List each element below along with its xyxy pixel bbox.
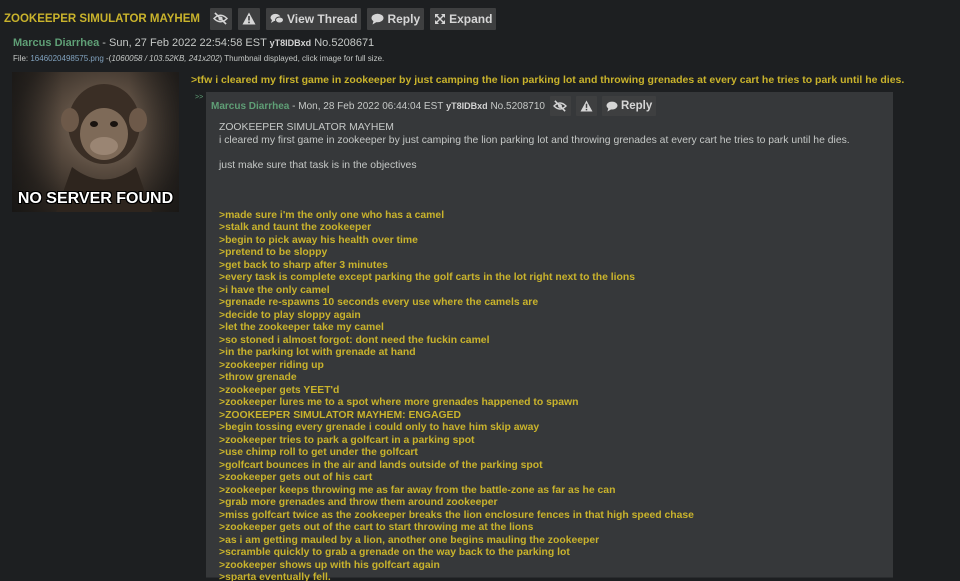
greentext-line: >zookeeper gets YEET'd <box>219 384 340 396</box>
post-datetime: - Sun, 27 Feb 2022 22:54:58 EST <box>102 37 267 49</box>
reply-text-line: just make sure that task is in the objec… <box>219 159 417 171</box>
greentext-line: >miss golfcart twice as the zookeeper br… <box>219 509 694 521</box>
greentext-line: >get back to sharp after 3 minutes <box>219 259 388 271</box>
reply-text-line <box>219 147 885 160</box>
comment-icon <box>371 13 384 24</box>
view-thread-button[interactable]: View Thread <box>265 7 362 30</box>
reply-reply-label: Reply <box>620 100 653 112</box>
reply-text-line <box>219 172 885 185</box>
report-button[interactable] <box>237 7 260 30</box>
greentext-line: >throw grenade <box>219 372 297 383</box>
greentext-line: >golfcart bounces in the air and lands o… <box>219 459 543 471</box>
comments-icon <box>270 13 284 23</box>
greentext-line: >so stoned i almost forgot: dont need th… <box>219 334 490 346</box>
reply-greentext: >made sure i'm the only one who has a ca… <box>219 210 885 581</box>
warning-icon <box>242 12 256 25</box>
thread-subject: ZOOKEEPER SIMULATOR MAYHEM <box>4 12 200 25</box>
reply-text-line: ZOOKEEPER SIMULATOR MAYHEM <box>219 122 394 133</box>
greentext-line: >ZOOKEEPER SIMULATOR MAYHEM: ENGAGED <box>219 409 461 421</box>
greentext-line: >begin tossing every grenade i could onl… <box>219 422 540 433</box>
file-meta-close: ) <box>219 54 223 63</box>
reply-datetime: - Mon, 28 Feb 2022 06:44:04 EST <box>292 100 444 112</box>
greentext-line: >zookeeper shows up with his golfcart ag… <box>219 559 440 571</box>
reply-arrows: >> <box>195 94 204 101</box>
greentext-line: >let the zookeeper take my camel <box>219 322 384 333</box>
file-link[interactable]: 1646020498575.png <box>30 54 103 63</box>
reply-text-line <box>219 185 885 198</box>
greentext-line: >i have the only camel <box>219 284 330 296</box>
reply-plain-text: ZOOKEEPER SIMULATOR MAYHEM i cleared my f… <box>219 122 885 210</box>
reply-text-line: i cleared my first game in zookeeper by … <box>219 134 850 146</box>
greentext-line: >stalk and taunt the zookeeper <box>219 222 372 233</box>
reply-poster-name[interactable]: Marcus Diarrhea <box>211 101 289 112</box>
reply-poster-id[interactable]: yT8IDBxd <box>446 101 488 111</box>
greentext-line: >sparta eventually fell. <box>219 572 331 581</box>
eye-slash-icon <box>213 12 229 25</box>
reply-header: Marcus Diarrhea - Mon, 28 Feb 2022 06:44… <box>211 95 657 117</box>
expand-icon <box>435 13 446 24</box>
reply-label: Reply <box>387 11 421 26</box>
greentext-line: >grab more grenades and throw them aroun… <box>219 497 498 508</box>
greentext-line: >made sure i'm the only one who has a ca… <box>219 209 445 221</box>
reply-report-button[interactable] <box>575 96 597 116</box>
file-info: File: 1646020498575.png -(1060058 / 103.… <box>13 54 384 63</box>
greentext-line: >zookeeper riding up <box>219 359 324 371</box>
op-post-info: Marcus Diarrhea - Sun, 27 Feb 2022 22:54… <box>13 37 374 49</box>
post-number[interactable]: No.5208671 <box>314 37 374 49</box>
file-label: File: <box>13 54 29 63</box>
image-caption: NO SERVER FOUND <box>17 190 174 207</box>
greentext-line: >zookeeper lures me to a spot where more… <box>219 397 579 408</box>
reply-body: ZOOKEEPER SIMULATOR MAYHEM i cleared my f… <box>219 122 885 581</box>
greentext-line: >in the parking lot with grenade at hand <box>219 347 416 358</box>
greentext-line: >use chimp roll to get under the golfcar… <box>219 447 418 458</box>
greentext-line: >every task is complete except parking t… <box>219 272 636 283</box>
greentext-line: >begin to pick away his health over time <box>219 234 418 246</box>
reply-reply-button[interactable]: Reply <box>601 96 657 116</box>
reply-post-number[interactable]: No.5208710 <box>490 101 545 112</box>
greentext-line: >zookeeper keeps throwing me as far away… <box>219 484 616 496</box>
greentext-line: >zookeeper gets out of the cart to start… <box>219 522 534 533</box>
greentext-line: >zookeeper gets out of his cart <box>219 472 373 483</box>
greentext-line: >decide to play sloppy again <box>219 309 361 321</box>
thread-header: ZOOKEEPER SIMULATOR MAYHEM View Thread R… <box>4 7 497 30</box>
hide-post-button[interactable] <box>209 7 232 30</box>
reply-button[interactable]: Reply <box>367 7 425 30</box>
reply-text-line <box>219 197 885 210</box>
greentext-line: >pretend to be sloppy <box>219 247 328 258</box>
greentext-line: >zookeeper tries to park a golfcart in a… <box>219 434 475 446</box>
expand-label: Expand <box>449 11 493 26</box>
op-comment: >tfw i cleared my first game in zookeepe… <box>191 74 905 86</box>
post-thumbnail[interactable]: NO SERVER FOUND <box>12 72 179 212</box>
view-thread-label: View Thread <box>286 11 358 26</box>
warning-icon <box>580 100 593 112</box>
greentext-line: >scramble quickly to grab a grenade on t… <box>219 547 570 558</box>
poster-name[interactable]: Marcus Diarrhea <box>13 37 99 49</box>
reply-post: Marcus Diarrhea - Mon, 28 Feb 2022 06:44… <box>206 92 893 581</box>
expand-button[interactable]: Expand <box>430 7 497 30</box>
file-note: Thumbnail displayed, click image for ful… <box>224 54 385 63</box>
poster-id[interactable]: yT8IDBxd <box>270 38 312 48</box>
reply-hide-button[interactable] <box>549 96 571 116</box>
comment-icon <box>606 101 618 112</box>
greentext-line: >grenade re-spawns 10 seconds every use … <box>219 297 539 308</box>
eye-slash-icon <box>553 100 568 112</box>
file-meta: 1060058 / 103.52KB, 241x202 <box>111 54 220 63</box>
greentext-line: >as i am getting mauled by a lion, anoth… <box>219 534 600 546</box>
